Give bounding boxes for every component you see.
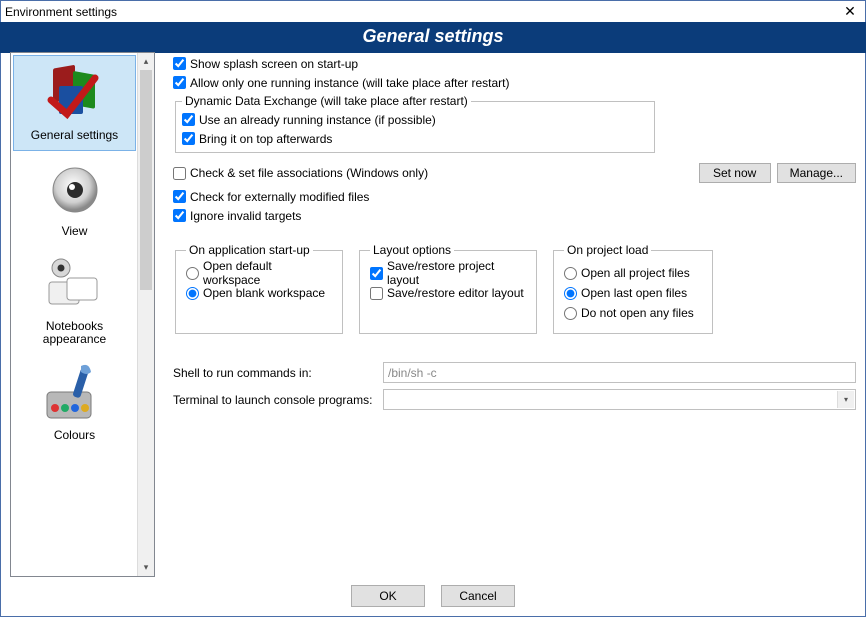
- sidebar-item-view[interactable]: View: [13, 151, 136, 247]
- terminal-combo[interactable]: ▾: [383, 389, 856, 410]
- dde-legend: Dynamic Data Exchange (will take place a…: [182, 94, 471, 108]
- open-default-workspace-radio[interactable]: [186, 267, 199, 280]
- titlebar: Environment settings ✕: [1, 1, 865, 23]
- open-blank-workspace-radio[interactable]: [186, 287, 199, 300]
- sidebar-item-label: View: [16, 224, 133, 238]
- check-modified-files-label: Check for externally modified files: [190, 190, 369, 204]
- sidebar-item-general-settings[interactable]: General settings: [13, 55, 136, 151]
- bring-on-top-label: Bring it on top afterwards: [199, 132, 332, 146]
- check-file-assoc-label: Check & set file associations (Windows o…: [190, 166, 428, 180]
- save-project-layout-checkbox[interactable]: [370, 267, 383, 280]
- startup-legend: On application start-up: [186, 243, 313, 257]
- sidebar-item-label: General settings: [16, 128, 133, 142]
- ignore-invalid-targets-checkbox[interactable]: [173, 209, 186, 222]
- dialog-buttons: OK Cancel: [0, 585, 866, 607]
- use-running-instance-label: Use an already running instance (if poss…: [199, 113, 436, 127]
- startup-group: On application start-up Open default wor…: [175, 243, 343, 334]
- sidebar-item-label: Colours: [16, 428, 133, 442]
- palette-icon: [43, 362, 107, 426]
- sidebar-item-colours[interactable]: Colours: [13, 355, 136, 451]
- project-load-group: On project load Open all project files O…: [553, 243, 713, 334]
- sidebar-scrollbar[interactable]: ▴ ▾: [137, 53, 154, 576]
- open-blank-workspace-label: Open blank workspace: [203, 286, 325, 300]
- sidebar-item-notebooks-appearance[interactable]: Notebooksappearance: [13, 247, 136, 355]
- category-sidebar: General settings: [10, 52, 155, 577]
- open-all-project-files-radio[interactable]: [564, 267, 577, 280]
- shell-input[interactable]: [383, 362, 856, 383]
- ok-button[interactable]: OK: [351, 585, 425, 607]
- sidebar-item-label: Notebooksappearance: [16, 320, 133, 346]
- window-title: Environment settings: [5, 5, 117, 19]
- single-instance-checkbox[interactable]: [173, 76, 186, 89]
- layout-legend: Layout options: [370, 243, 454, 257]
- show-splash-label: Show splash screen on start-up: [190, 57, 358, 71]
- do-not-open-files-radio[interactable]: [564, 307, 577, 320]
- notebooks-icon: [43, 254, 107, 318]
- open-last-open-files-label: Open last open files: [581, 286, 687, 300]
- show-splash-checkbox[interactable]: [173, 57, 186, 70]
- single-instance-label: Allow only one running instance (will ta…: [190, 76, 510, 90]
- layout-group: Layout options Save/restore project layo…: [359, 243, 537, 334]
- project-load-legend: On project load: [564, 243, 651, 257]
- open-default-workspace-label: Open default workspace: [203, 259, 332, 287]
- section-header: General settings: [0, 22, 866, 53]
- terminal-label: Terminal to launch console programs:: [173, 393, 383, 407]
- close-icon: ✕: [844, 3, 856, 20]
- settings-content: Show splash screen on start-up Allow onl…: [155, 52, 856, 577]
- general-settings-icon: [43, 62, 107, 126]
- manage-button[interactable]: Manage...: [777, 163, 856, 183]
- dde-group: Dynamic Data Exchange (will take place a…: [175, 94, 655, 153]
- shell-label: Shell to run commands in:: [173, 366, 383, 380]
- use-running-instance-checkbox[interactable]: [182, 113, 195, 126]
- ignore-invalid-targets-label: Ignore invalid targets: [190, 209, 301, 223]
- check-file-assoc-checkbox[interactable]: [173, 167, 186, 180]
- scroll-up-icon[interactable]: ▴: [138, 53, 154, 70]
- set-now-button[interactable]: Set now: [699, 163, 771, 183]
- save-editor-layout-label: Save/restore editor layout: [387, 286, 524, 300]
- chevron-down-icon[interactable]: ▾: [837, 391, 854, 408]
- close-button[interactable]: ✕: [837, 1, 863, 21]
- cancel-button[interactable]: Cancel: [441, 585, 515, 607]
- bring-on-top-checkbox[interactable]: [182, 132, 195, 145]
- save-project-layout-label: Save/restore project layout: [387, 259, 526, 287]
- scrollbar-thumb[interactable]: [140, 70, 152, 290]
- do-not-open-files-label: Do not open any files: [581, 306, 694, 320]
- open-last-open-files-radio[interactable]: [564, 287, 577, 300]
- section-header-title: General settings: [362, 26, 503, 46]
- check-modified-files-checkbox[interactable]: [173, 190, 186, 203]
- save-editor-layout-checkbox[interactable]: [370, 287, 383, 300]
- open-all-project-files-label: Open all project files: [581, 266, 690, 280]
- eye-icon: [43, 158, 107, 222]
- scroll-down-icon[interactable]: ▾: [138, 559, 154, 576]
